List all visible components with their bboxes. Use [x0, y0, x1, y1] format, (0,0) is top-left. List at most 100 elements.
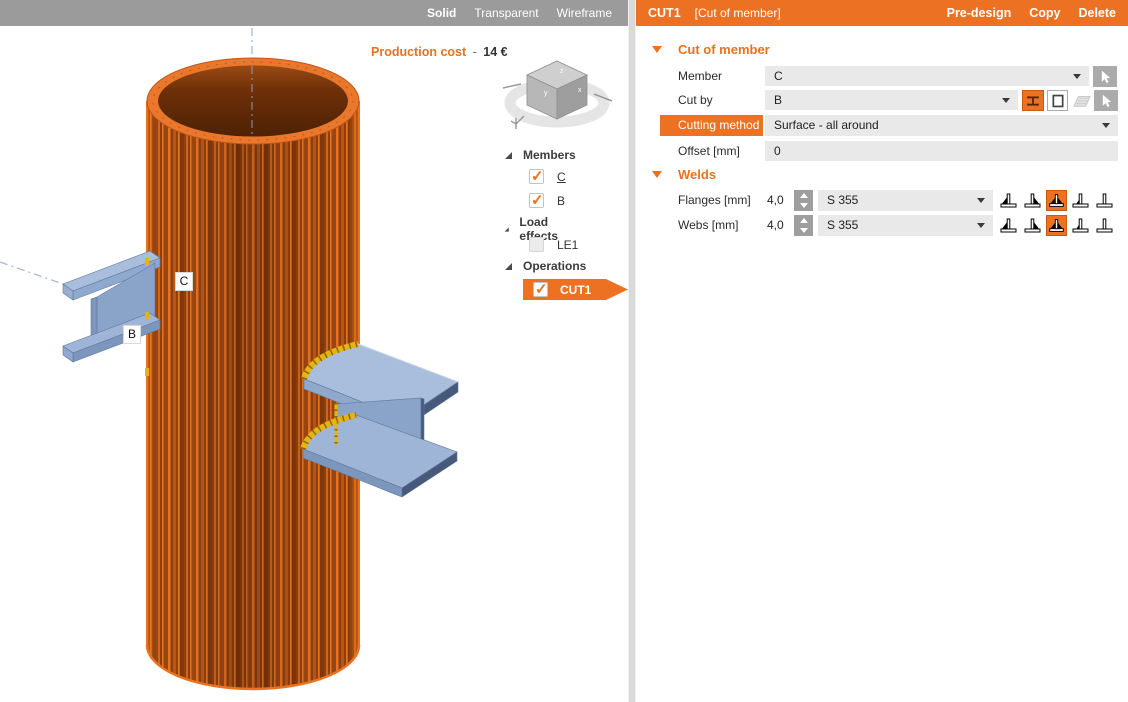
webs-size-stepper[interactable] — [794, 215, 813, 236]
webs-weld-fillet-right-button[interactable] — [1022, 215, 1043, 236]
3d-viewport[interactable]: y x z Solid Transparent Wireframe Produc… — [0, 0, 628, 702]
hollow-section-icon — [1051, 93, 1065, 109]
cut-by-section-toggle[interactable] — [1047, 90, 1068, 111]
webs-weld-fillet-left-button[interactable] — [998, 215, 1019, 236]
flanges-weld-fillet-left-button[interactable] — [998, 190, 1019, 211]
tree-item-cut1-selected[interactable]: CUT1 — [523, 279, 628, 300]
cut-by-plate-toggle-disabled — [1071, 90, 1092, 111]
webs-size-value[interactable]: 4,0 — [767, 215, 784, 235]
operation-header: CUT1 [Cut of member] Pre-design Copy Del… — [636, 0, 1128, 26]
webs-weld-fillet-both-button[interactable] — [1046, 215, 1067, 236]
section-title: Cut of member — [678, 42, 770, 57]
stepper-down-icon[interactable] — [794, 201, 813, 212]
le1-checkbox[interactable] — [529, 237, 544, 252]
tree-item-label[interactable]: C — [557, 170, 566, 184]
tree-item-le1[interactable]: LE1 — [529, 237, 578, 252]
cut-by-dropdown-value: B — [774, 93, 782, 107]
flanges-weld-fillet-right-button[interactable] — [1022, 190, 1043, 211]
stepper-down-icon[interactable] — [794, 226, 813, 237]
tree-item-member-b[interactable]: B — [529, 193, 565, 208]
flanges-weld-fillet-both-button[interactable] — [1046, 190, 1067, 211]
member-b-left-beam[interactable] — [63, 251, 160, 362]
cube-axis-x-label: x — [578, 87, 582, 94]
member-label: Member — [678, 66, 722, 86]
production-cost-separator: - — [470, 45, 480, 59]
plate-icon — [1072, 93, 1092, 109]
predesign-button[interactable]: Pre-design — [947, 6, 1012, 20]
member-b-checkbox[interactable] — [529, 193, 544, 208]
operation-subtitle: [Cut of member] — [695, 6, 781, 20]
offset-label: Offset [mm] — [678, 141, 740, 161]
section-title: Welds — [678, 167, 716, 182]
flanges-material-value: S 355 — [827, 193, 858, 207]
member-c-tag: C — [175, 272, 193, 291]
collapse-triangle-icon[interactable] — [652, 46, 662, 53]
webs-weld-butt-button[interactable] — [1094, 215, 1115, 236]
member-dropdown-value: C — [774, 69, 783, 83]
weld-fillet-right-icon — [1022, 215, 1043, 236]
weld-bevel-icon — [1070, 190, 1091, 211]
view-mode-toolbar: Solid Transparent Wireframe — [0, 0, 628, 26]
properties-panel: CUT1 [Cut of member] Pre-design Copy Del… — [636, 0, 1128, 702]
stepper-up-icon[interactable] — [794, 190, 813, 201]
tree-item-member-c[interactable]: C — [529, 169, 566, 184]
wireframe-view-button[interactable]: Wireframe — [557, 6, 612, 20]
section-welds[interactable]: Welds — [652, 167, 716, 182]
section-cut-of-member[interactable]: Cut of member — [652, 42, 770, 57]
flanges-material-dropdown[interactable]: S 355 — [818, 190, 993, 211]
expander-icon[interactable] — [504, 225, 509, 234]
production-cost: Production cost - 14 € — [371, 45, 508, 59]
offset-input[interactable]: 0 — [765, 141, 1118, 161]
cut-by-label: Cut by — [678, 90, 713, 110]
cut1-checkbox[interactable] — [533, 282, 548, 297]
transparent-view-button[interactable]: Transparent — [474, 6, 538, 20]
delete-button[interactable]: Delete — [1078, 6, 1116, 20]
cube-axis-y-label: y — [544, 90, 548, 97]
stepper-up-icon[interactable] — [794, 215, 813, 226]
navigation-cube[interactable]: y x z — [503, 61, 612, 129]
cut-by-member-toggle[interactable] — [1022, 90, 1044, 111]
flanges-size-stepper[interactable] — [794, 190, 813, 211]
tree-section-members[interactable]: Members — [504, 148, 576, 162]
flanges-weld-bevel-button[interactable] — [1070, 190, 1091, 211]
expander-icon[interactable] — [504, 151, 513, 160]
pick-cut-by-button[interactable] — [1094, 90, 1118, 111]
offset-value: 0 — [774, 144, 781, 158]
tree-item-label[interactable]: B — [557, 194, 565, 208]
collapse-triangle-icon[interactable] — [652, 171, 662, 178]
expander-icon[interactable] — [504, 262, 513, 271]
panel-splitter[interactable] — [628, 0, 636, 702]
cube-axis-z-label: z — [560, 68, 564, 75]
weld-butt-icon — [1094, 215, 1115, 236]
weld-fillet-both-icon — [1047, 190, 1066, 211]
pick-member-button[interactable] — [1093, 66, 1117, 87]
weld-fillet-left-icon — [998, 215, 1019, 236]
solid-view-button[interactable]: Solid — [427, 6, 456, 20]
tree-section-label: Operations — [523, 259, 586, 273]
tree-item-label[interactable]: CUT1 — [560, 283, 591, 297]
webs-weld-bevel-button[interactable] — [1070, 215, 1091, 236]
flanges-label: Flanges [mm] — [678, 190, 751, 210]
weld-fillet-both-icon — [1047, 215, 1066, 236]
cut-by-dropdown[interactable]: B — [765, 90, 1018, 110]
cursor-arrow-icon — [1098, 93, 1114, 109]
beam-section-icon — [1024, 93, 1042, 109]
cutting-method-label: Cutting method — [660, 115, 763, 136]
tree-section-operations[interactable]: Operations — [504, 259, 586, 273]
member-b-tag: B — [123, 325, 141, 344]
webs-material-value: S 355 — [827, 218, 858, 232]
tree-section-label: Members — [523, 148, 576, 162]
flanges-size-value[interactable]: 4,0 — [767, 190, 784, 210]
webs-label: Webs [mm] — [678, 215, 738, 235]
webs-material-dropdown[interactable]: S 355 — [818, 215, 993, 236]
idea-statica-connection-window: y x z Solid Transparent Wireframe Produc… — [0, 0, 1128, 702]
member-dropdown[interactable]: C — [765, 66, 1089, 86]
member-c-checkbox[interactable] — [529, 169, 544, 184]
cutting-method-dropdown[interactable]: Surface - all around — [765, 115, 1118, 136]
tree-item-label[interactable]: LE1 — [557, 238, 578, 252]
production-cost-label: Production cost — [371, 45, 466, 59]
3d-scene: y x z — [0, 0, 628, 702]
flanges-weld-butt-button[interactable] — [1094, 190, 1115, 211]
production-cost-value: 14 € — [483, 45, 507, 59]
copy-button[interactable]: Copy — [1029, 6, 1060, 20]
